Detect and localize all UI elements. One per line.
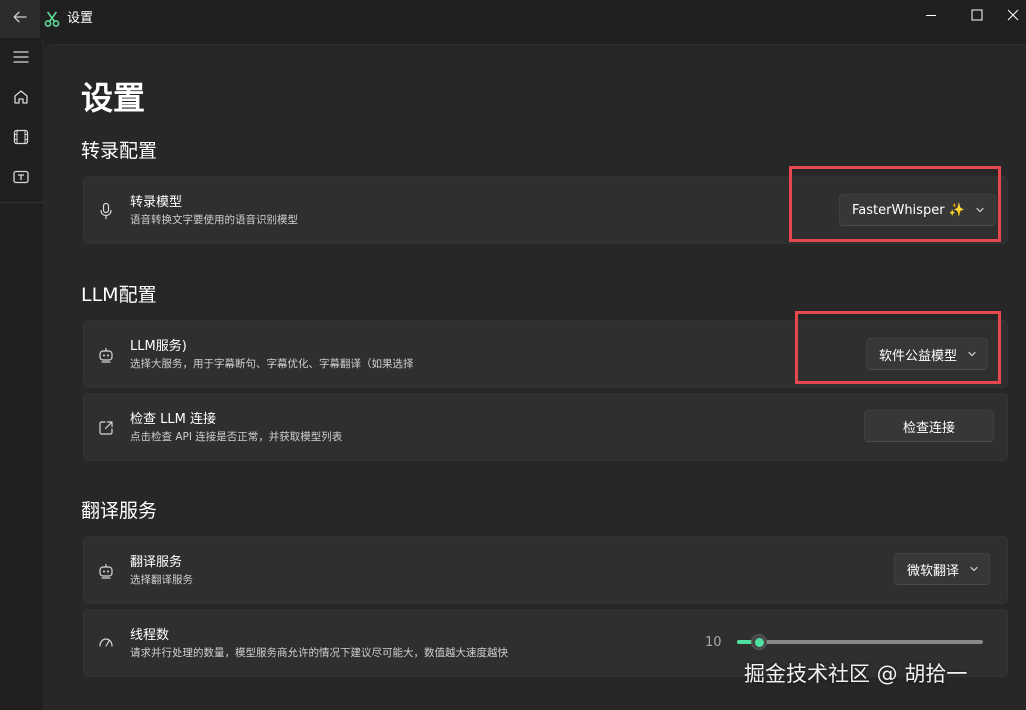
close-icon [1007, 6, 1019, 25]
llm-service-description: 选择大服务，用于字幕断句、字幕优化、字幕翻译（如果选择 [130, 358, 414, 370]
highlight-box-transcription [789, 166, 1001, 242]
maximize-button[interactable] [954, 0, 1000, 30]
nav-divider [0, 202, 44, 203]
thread-count-description: 请求并行处理的数量，模型服务商允许的情况下建议尽可能大，数值越大速度越快 [130, 647, 508, 659]
microphone-icon [96, 201, 116, 221]
transcription-model-description: 语音转换文字要使用的语音识别模型 [130, 214, 298, 226]
translation-service-value: 微软翻译 [907, 563, 960, 579]
minimize-icon [925, 6, 937, 25]
arrow-left-icon [12, 9, 28, 29]
nav-subtitle-button[interactable] [4, 162, 38, 196]
section-title-translation: 翻译服务 [81, 500, 158, 522]
page-title: 设置 [81, 79, 146, 117]
window-title: 设置 [67, 11, 94, 26]
speedometer-icon [96, 632, 116, 652]
highlight-box-llm [795, 311, 1001, 384]
thread-count-slider-track[interactable] [737, 640, 983, 644]
menu-icon [12, 48, 30, 70]
nav-video-button[interactable] [4, 122, 38, 156]
scissors-icon [43, 10, 61, 28]
maximize-icon [971, 6, 983, 25]
translation-service-description: 选择翻译服务 [130, 574, 193, 586]
home-icon [12, 88, 30, 110]
check-connection-button[interactable]: 检查连接 [864, 410, 994, 442]
thread-count-value: 10 [705, 635, 722, 650]
nav-home-button[interactable] [4, 82, 38, 116]
close-button[interactable] [1000, 0, 1026, 30]
section-title-transcription: 转录配置 [81, 140, 158, 162]
llm-check-description: 点击检查 API 连接是否正常，并获取模型列表 [130, 431, 343, 443]
subtitle-icon [12, 168, 30, 190]
minimize-button[interactable] [908, 0, 954, 30]
translation-service-title: 翻译服务 [130, 555, 183, 570]
translation-service-dropdown[interactable]: 微软翻译 [894, 553, 991, 585]
robot-icon [96, 345, 116, 365]
external-link-icon [96, 418, 116, 438]
thread-count-slider-thumb[interactable] [751, 634, 768, 650]
watermark-text: 掘金技术社区 @ 胡拾一 [744, 662, 968, 686]
llm-service-title: LLM服务) [130, 339, 187, 354]
robot-icon [96, 561, 116, 581]
title-bar: 设置 [0, 0, 1026, 38]
card-translation-service: 翻译服务 选择翻译服务 [83, 536, 1008, 604]
transcription-model-title: 转录模型 [130, 195, 183, 210]
back-button[interactable] [0, 0, 40, 38]
llm-check-title: 检查 LLM 连接 [130, 412, 216, 427]
nav-menu-button[interactable] [4, 42, 38, 76]
thread-count-title: 线程数 [130, 628, 170, 643]
chevron-down-icon [969, 564, 979, 574]
section-title-llm: LLM配置 [81, 284, 157, 306]
video-icon [12, 128, 30, 150]
navigation-pane [0, 38, 44, 710]
